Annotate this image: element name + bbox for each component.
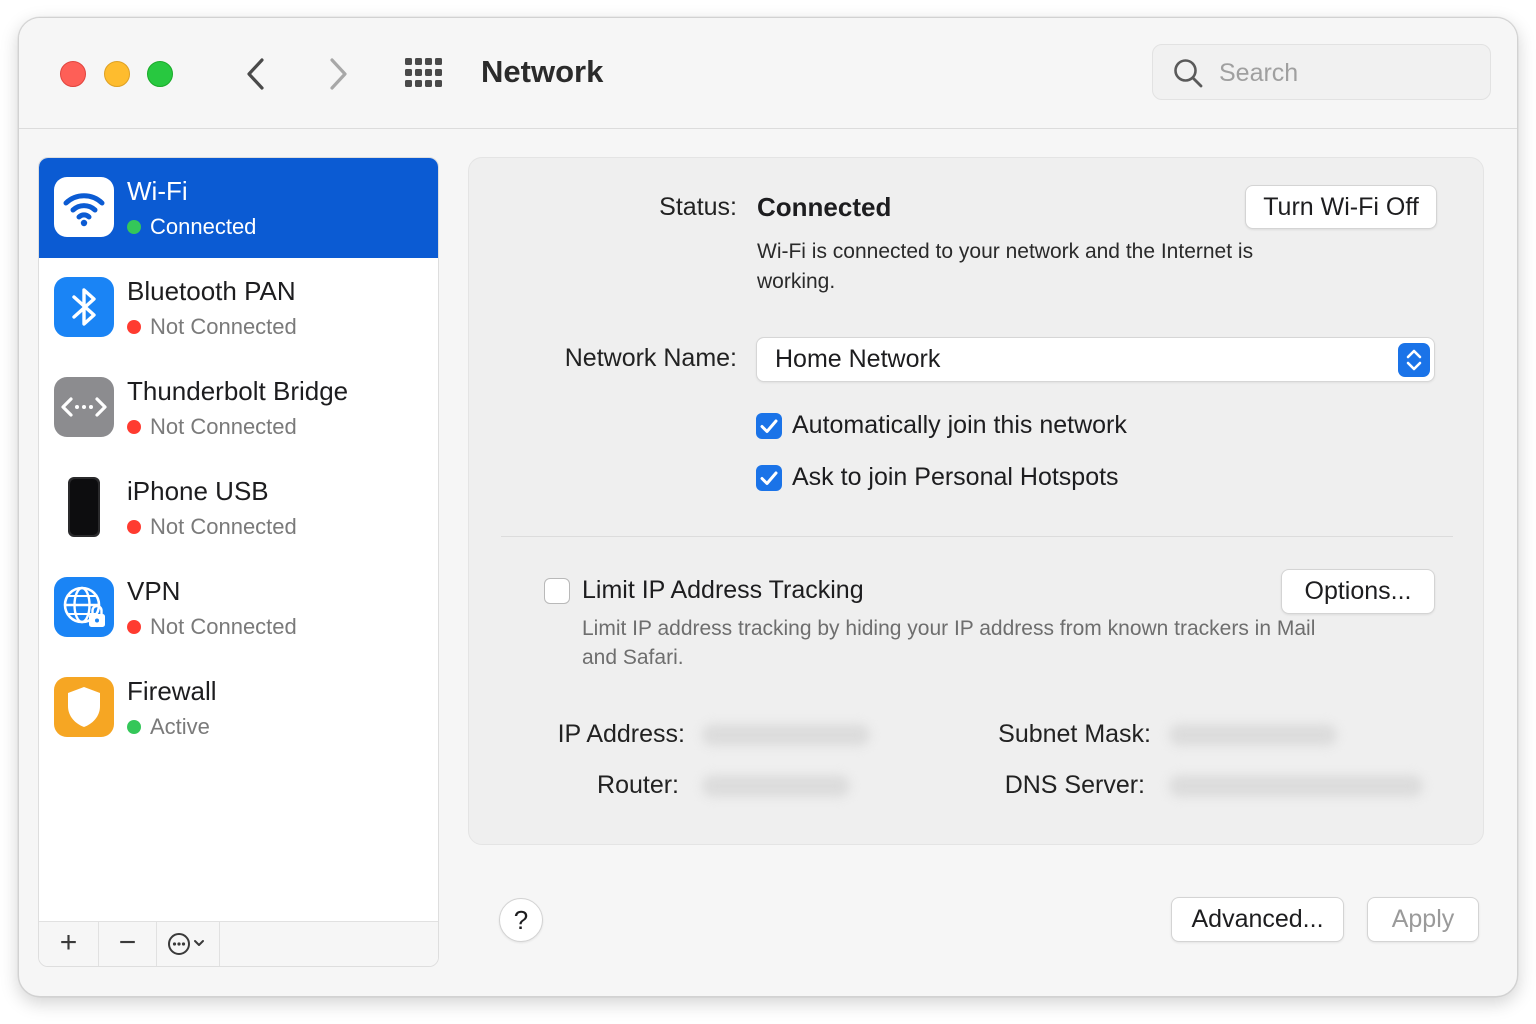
sidebar-item-name: Wi-Fi [127, 176, 188, 206]
sidebar-toolbar: + − [39, 921, 438, 966]
connected-status-dot [127, 220, 141, 234]
sidebar-item-name: iPhone USB [127, 476, 269, 506]
remove-service-button[interactable]: − [99, 922, 157, 966]
search-field[interactable] [1152, 44, 1491, 100]
network-name-label: Network Name: [564, 344, 737, 372]
checkmark-icon [760, 471, 778, 485]
sidebar-item-wifi[interactable]: Wi-Fi Connected [39, 158, 438, 258]
sidebar-item-status: Connected [150, 214, 257, 239]
close-window-button[interactable] [60, 61, 86, 87]
limit-ip-tracking-checkbox[interactable] [544, 578, 570, 604]
auto-join-checkbox[interactable] [756, 413, 782, 439]
disconnected-status-dot [127, 620, 141, 634]
router-value-redacted [702, 775, 850, 797]
sidebar-item-iphone-usb[interactable]: iPhone USB Not Connected [39, 458, 438, 558]
connected-status-dot [127, 720, 141, 734]
minimize-window-button[interactable] [104, 61, 130, 87]
title-bar: Network [19, 18, 1517, 129]
show-all-grid-icon[interactable] [403, 56, 447, 90]
select-stepper-icon [1398, 343, 1430, 377]
sidebar-item-firewall[interactable]: Firewall Active [39, 658, 438, 758]
ip-address-value-redacted [702, 724, 870, 746]
search-icon [1174, 59, 1203, 88]
subnet-mask-label: Subnet Mask: [998, 720, 1151, 748]
thunderbolt-bridge-icon [54, 377, 114, 437]
zoom-window-button[interactable] [147, 61, 173, 87]
sidebar-item-name: Thunderbolt Bridge [127, 376, 349, 406]
more-actions-button[interactable] [157, 922, 220, 966]
sidebar-item-status: Active [150, 714, 210, 739]
status-description: Wi-Fi is connected to your network and t… [757, 240, 1254, 293]
status-label: Status: [659, 193, 737, 221]
network-settings-window: Network Wi-Fi Connected [18, 17, 1518, 997]
ellipsis-circle-chevron-icon [168, 933, 204, 955]
section-divider [501, 536, 1453, 537]
service-list-sidebar: Wi-Fi Connected Bluetooth PAN Not Connec… [38, 157, 439, 967]
sidebar-item-name: Firewall [127, 676, 217, 706]
iphone-icon [54, 477, 114, 537]
turn-wifi-off-button[interactable]: Turn Wi-Fi Off [1245, 185, 1437, 229]
checkmark-icon [760, 419, 778, 433]
sidebar-item-bluetooth-pan[interactable]: Bluetooth PAN Not Connected [39, 258, 438, 358]
network-name-select[interactable]: Home Network [756, 337, 1435, 382]
disconnected-status-dot [127, 320, 141, 334]
sidebar-item-thunderbolt-bridge[interactable]: Thunderbolt Bridge Not Connected [39, 358, 438, 458]
sidebar-item-status: Not Connected [150, 614, 297, 639]
shield-icon [54, 677, 114, 737]
add-service-button[interactable]: + [39, 922, 99, 966]
status-value: Connected [757, 192, 892, 222]
limit-ip-tracking-label: Limit IP Address Tracking [582, 576, 864, 604]
ask-hotspots-label: Ask to join Personal Hotspots [792, 463, 1119, 491]
ask-hotspots-checkbox[interactable] [756, 465, 782, 491]
advanced-button[interactable]: Advanced... [1171, 897, 1344, 942]
apply-button[interactable]: Apply [1367, 897, 1479, 942]
dns-server-value-redacted [1169, 775, 1423, 797]
sidebar-item-status: Not Connected [150, 414, 297, 439]
back-chevron-icon[interactable] [241, 54, 271, 94]
sidebar-item-name: VPN [127, 576, 181, 606]
search-input[interactable] [1217, 55, 1481, 91]
disconnected-status-dot [127, 420, 141, 434]
ip-address-label: IP Address: [557, 720, 685, 748]
sidebar-item-name: Bluetooth PAN [127, 276, 296, 306]
vpn-globe-lock-icon [54, 577, 114, 637]
subnet-mask-value-redacted [1169, 724, 1337, 746]
window-title: Network [481, 54, 604, 89]
disconnected-status-dot [127, 520, 141, 534]
wifi-detail-panel: Status: Connected Wi-Fi is connected to … [468, 157, 1484, 845]
sidebar-item-status: Not Connected [150, 314, 297, 339]
router-label: Router: [597, 771, 679, 799]
network-name-value: Home Network [775, 345, 941, 373]
sidebar-item-vpn[interactable]: VPN Not Connected [39, 558, 438, 658]
forward-chevron-icon[interactable] [323, 54, 353, 94]
bluetooth-icon [54, 277, 114, 337]
wifi-icon [54, 177, 114, 237]
sidebar-item-status: Not Connected [150, 514, 297, 539]
help-button[interactable]: ? [499, 898, 543, 942]
options-button[interactable]: Options... [1281, 569, 1435, 614]
dns-server-label: DNS Server: [1004, 771, 1145, 799]
limit-ip-tracking-description: Limit IP address tracking by hiding your… [582, 617, 1316, 669]
auto-join-label: Automatically join this network [792, 411, 1127, 439]
